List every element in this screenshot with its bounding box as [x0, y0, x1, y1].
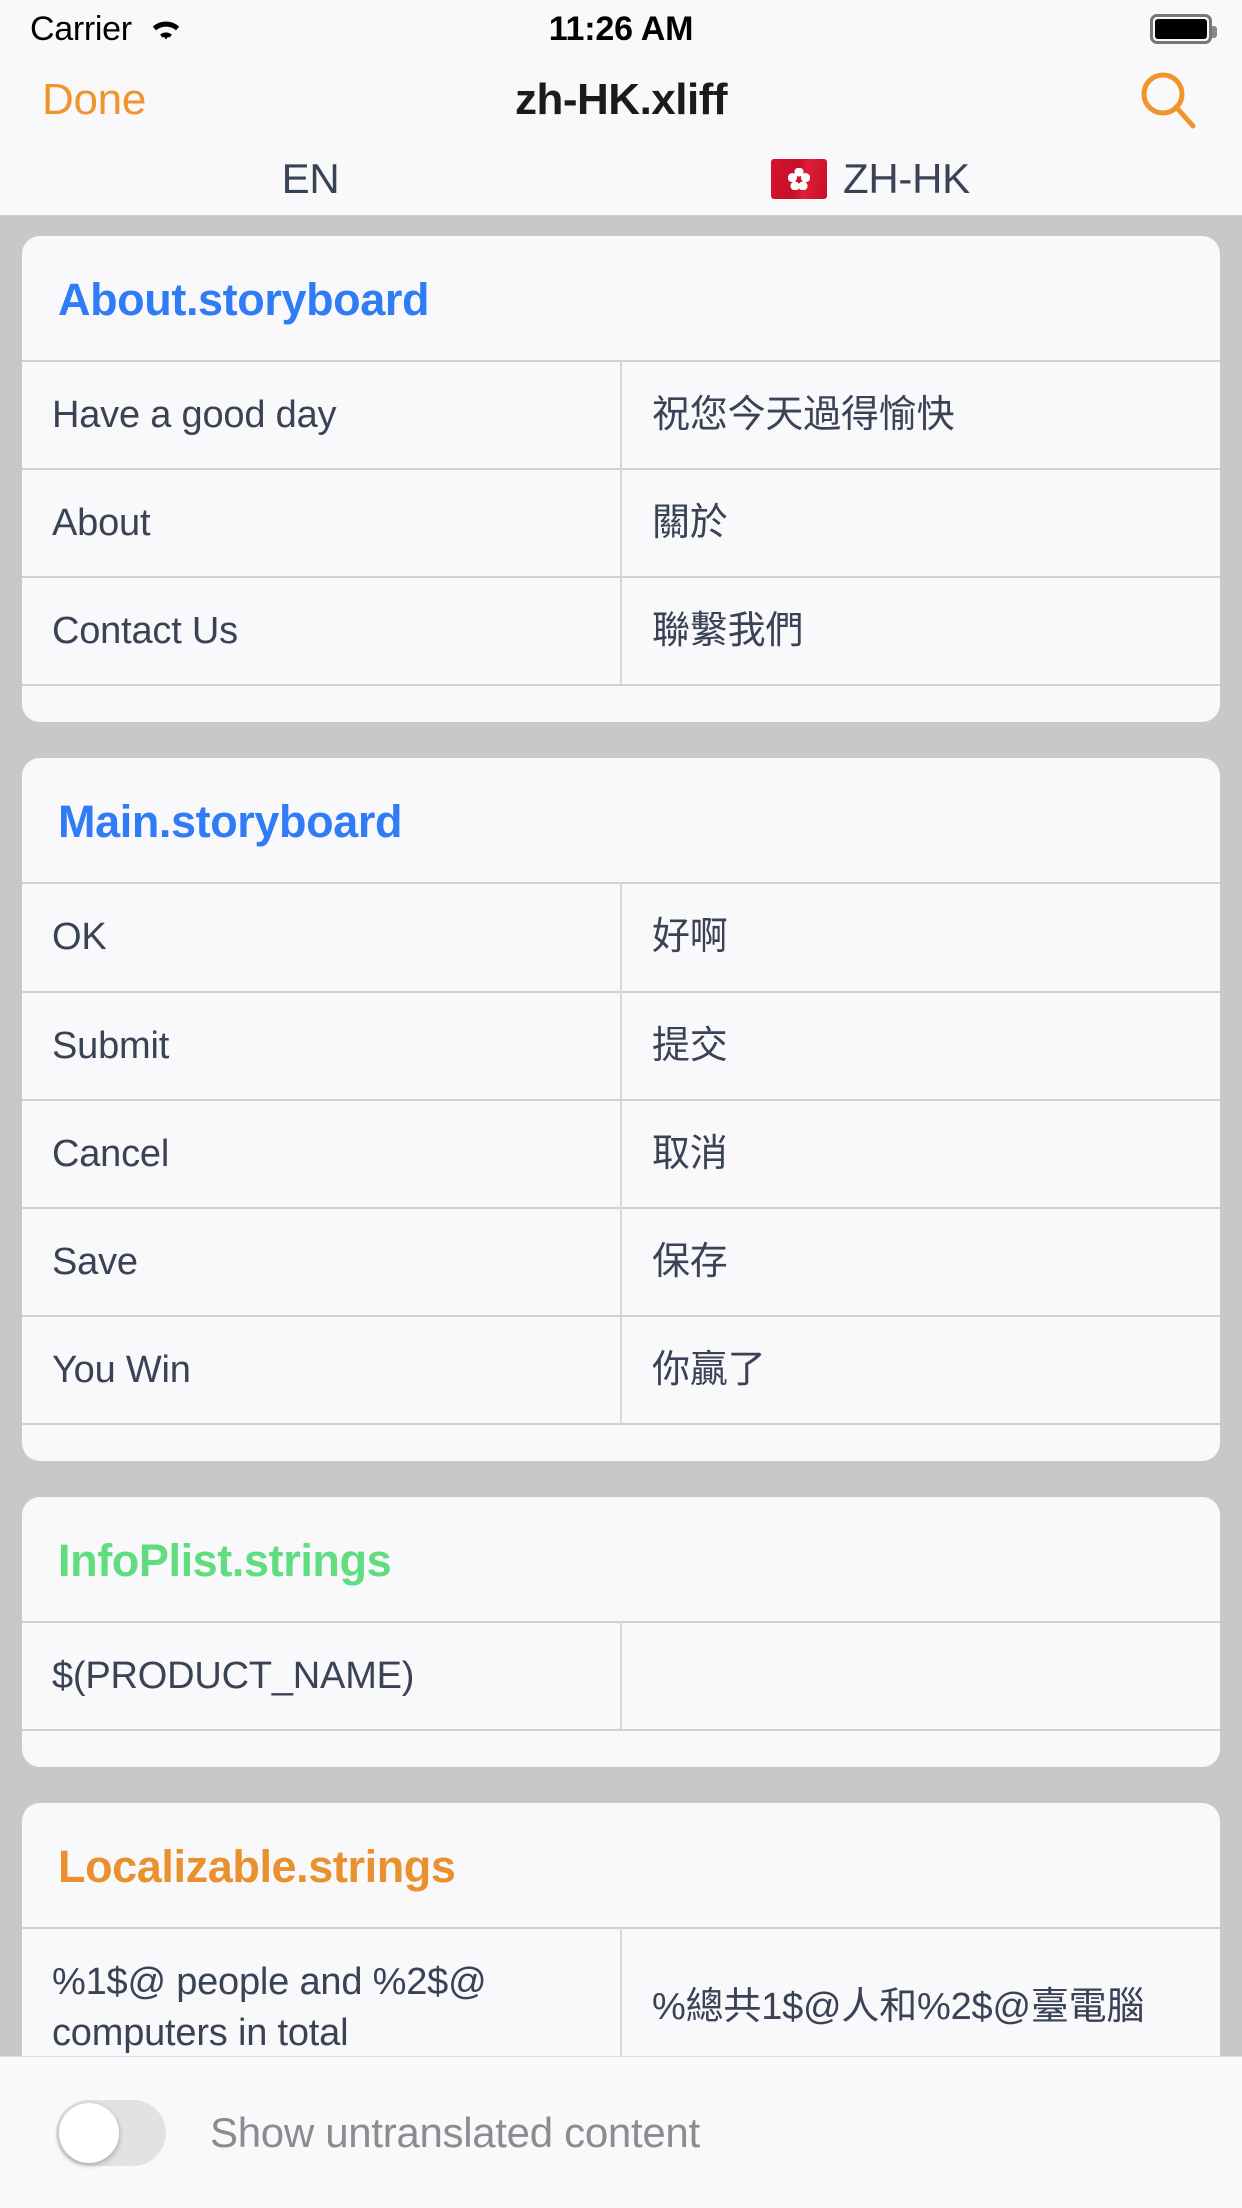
table-row[interactable]: Save 保存: [22, 1207, 1220, 1317]
card-footer-spacer: [22, 1729, 1220, 1767]
table-row[interactable]: OK 好啊: [22, 883, 1220, 992]
toggle-knob: [59, 2102, 119, 2163]
source-string-cell: About: [22, 469, 622, 578]
translation-table: $(PRODUCT_NAME): [22, 1621, 1220, 1730]
source-string-cell: %1$@ people and %2$@ computers in total: [22, 1928, 622, 2056]
target-language-label: ZH-HK: [843, 154, 970, 202]
battery-full-icon: [1150, 14, 1217, 44]
table-row[interactable]: Submit 提交: [22, 991, 1220, 1100]
table-row[interactable]: %1$@ people and %2$@ computers in total%…: [22, 1928, 1220, 2056]
target-string-cell[interactable]: [621, 1622, 1220, 1729]
flag-hong-kong-icon: [771, 158, 827, 199]
table-row[interactable]: Contact Us 聯繫我們: [22, 577, 1220, 685]
target-string-cell[interactable]: 聯繫我們: [621, 577, 1220, 684]
file-section-card: About.storyboard Have a good day 祝您今天過得愉快 A…: [22, 236, 1220, 723]
target-string-cell[interactable]: 提交: [621, 992, 1220, 1100]
file-section-title: Localizable.strings: [58, 1841, 456, 1893]
table-row[interactable]: Cancel 取消: [22, 1099, 1220, 1208]
source-string-cell: OK: [22, 883, 622, 992]
table-row[interactable]: About 關於: [22, 469, 1220, 578]
source-string-cell: Cancel: [22, 1099, 622, 1208]
target-string-cell[interactable]: 好啊: [621, 883, 1220, 991]
file-section-card: InfoPlist.strings $(PRODUCT_NAME): [22, 1497, 1220, 1768]
table-row[interactable]: Have a good day 祝您今天過得愉快: [22, 361, 1220, 470]
source-language-label: EN: [281, 154, 340, 202]
search-button[interactable]: [1138, 69, 1200, 131]
target-string-cell[interactable]: %總共1$@人和%2$@臺電腦: [621, 1928, 1220, 2056]
target-string-cell[interactable]: 關於: [621, 469, 1220, 577]
show-untranslated-toggle[interactable]: [56, 2099, 166, 2166]
target-string-cell[interactable]: 祝您今天過得愉快: [621, 361, 1220, 469]
page-title: zh-HK.xliff: [514, 75, 728, 124]
source-string-cell: Submit: [22, 991, 622, 1100]
table-row[interactable]: $(PRODUCT_NAME): [22, 1622, 1220, 1730]
status-bar: Carrier 11:26 AM: [0, 0, 1242, 58]
translation-list[interactable]: About.storyboard Have a good day 祝您今天過得愉快 A…: [0, 216, 1242, 2056]
source-string-cell: $(PRODUCT_NAME): [22, 1622, 622, 1730]
search-icon: [1138, 69, 1200, 131]
file-section-title: Main.storyboard: [58, 796, 403, 848]
translation-table: OK 好啊 Submit 提交 Cancel 取消 Save 保存 You Win 你贏了: [22, 882, 1220, 1424]
source-language-cell[interactable]: EN: [0, 155, 621, 203]
card-footer-spacer: [22, 684, 1220, 722]
file-section-title: About.storyboard: [58, 274, 430, 325]
navigation-bar: Done zh-HK.xliff: [0, 58, 1242, 142]
file-section-card: Main.storyboard OK 好啊 Submit 提交 Cancel 取消 Save 保…: [22, 758, 1220, 1462]
target-language-cell[interactable]: ZH-HK: [621, 155, 1242, 203]
bottom-toolbar: Show untranslated content: [0, 2056, 1242, 2208]
target-string-cell[interactable]: 取消: [621, 1100, 1220, 1208]
source-string-cell: Have a good day: [22, 361, 622, 470]
table-row[interactable]: You Win 你贏了: [22, 1316, 1220, 1424]
battery-fill: [1155, 19, 1207, 39]
file-section-title: InfoPlist.strings: [58, 1535, 392, 1587]
language-header-row: EN ZH-HK: [0, 142, 1242, 216]
carrier-label: Carrier: [30, 9, 132, 48]
app-screen: Carrier 11:26 AM Done zh-HK.xliff EN ZH-…: [0, 0, 1242, 2208]
target-string-cell[interactable]: 保存: [621, 1208, 1220, 1316]
file-section-card: Localizable.strings %1$@ people and %2$@ …: [22, 1803, 1220, 2056]
source-string-cell: Contact Us: [22, 577, 622, 685]
card-footer-spacer: [22, 1423, 1220, 1461]
translation-table: %1$@ people and %2$@ computers in total%…: [22, 1927, 1220, 2056]
target-string-cell[interactable]: 你贏了: [621, 1316, 1220, 1423]
wifi-icon: [146, 14, 186, 44]
translation-table: Have a good day 祝您今天過得愉快 About 關於 Contact Us…: [22, 360, 1220, 685]
source-string-cell: Save: [22, 1207, 622, 1317]
status-bar-clock: 11:26 AM: [548, 9, 694, 48]
show-untranslated-label: Show untranslated content: [210, 2108, 700, 2156]
status-bar-left: Carrier: [30, 10, 186, 49]
source-string-cell: You Win: [22, 1316, 622, 1424]
